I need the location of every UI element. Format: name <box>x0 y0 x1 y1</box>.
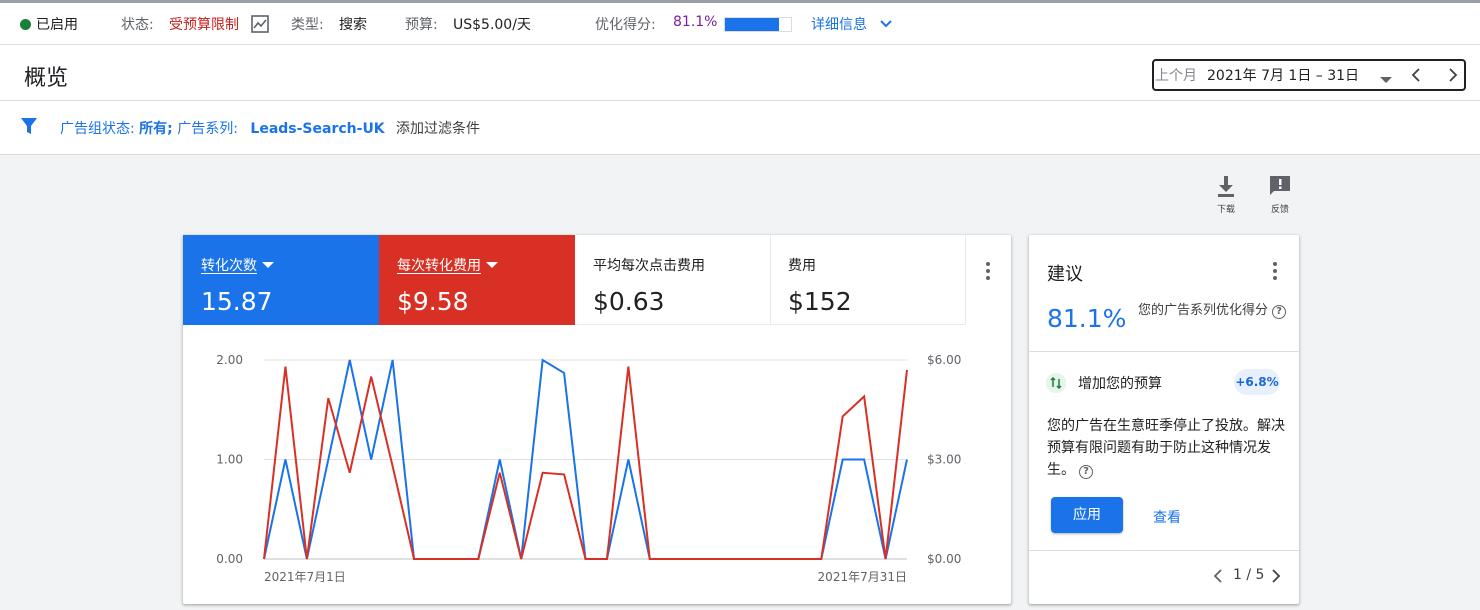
filter-chip[interactable]: 广告组状态: 所有; 广告系列: Leads-Search-UK <box>60 118 385 138</box>
metric-cost[interactable]: 费用 $152 <box>770 235 966 325</box>
help-icon[interactable]: ? <box>1079 465 1093 479</box>
metric-dropdown-icon[interactable] <box>486 262 498 268</box>
download-button[interactable]: 下载 <box>1206 174 1246 215</box>
page-title: 概览 <box>24 66 69 91</box>
feedback-label: 反馈 <box>1270 205 1289 215</box>
enabled-dot-icon <box>20 19 31 30</box>
x-axis-tick: 2021年7月31日 <box>818 570 907 584</box>
performance-card: 转化次数 15.87 每次转化费用 $9.58 平均每次点击费用 $0.63 费… <box>183 235 1011 604</box>
status-label: 状态: <box>121 17 154 33</box>
download-icon <box>1218 176 1234 197</box>
performance-chart: 0.00 $0.00 1.00 $3.00 2.00 $6.00 2021年7月1日 2021… <box>216 353 961 584</box>
optimization-score-label: 优化得分: <box>595 17 656 33</box>
recommendations-card: 建议 81.1% 您的广告系列优化得分? 增加您的预算 +6.8% 您的广告在生… <box>1029 235 1299 604</box>
more-options-icon[interactable] <box>986 262 990 283</box>
trend-chart-icon[interactable] <box>251 15 269 37</box>
recommendation-item-desc: 您的广告在生意旺季停止了投放。解决预算有限问题有助于防止这种情况发生。? <box>1047 418 1285 479</box>
divider <box>1029 351 1299 352</box>
budget-value[interactable]: US$5.00/天 <box>453 14 531 34</box>
type-label: 类型: <box>291 17 324 33</box>
recommendations-score-desc: 您的广告系列优化得分? <box>1138 302 1288 320</box>
filter-icon[interactable] <box>20 117 38 139</box>
budget-trend-icon <box>1046 373 1066 397</box>
next-recommendation-icon[interactable] <box>1271 568 1281 587</box>
left-axis-tick: 1.00 <box>216 453 243 467</box>
next-period-icon[interactable] <box>1447 67 1459 87</box>
caret-down-icon[interactable] <box>1380 72 1392 88</box>
left-axis-tick: 0.00 <box>216 552 243 566</box>
type-value: 搜索 <box>339 17 367 33</box>
feedback-icon <box>1270 176 1290 195</box>
recommendations-score: 81.1% <box>1047 304 1127 333</box>
budget-label: 预算: <box>405 17 438 33</box>
divider <box>1029 550 1299 551</box>
metric-cost-per-conversion[interactable]: 每次转化费用 $9.58 <box>379 235 575 325</box>
uplift-badge: +6.8% <box>1234 369 1280 395</box>
details-link[interactable]: 详细信息 <box>811 14 893 34</box>
download-label: 下载 <box>1216 205 1235 215</box>
filter-bar: 广告组状态: 所有; 广告系列: Leads-Search-UK 添加过滤条件 <box>0 101 1480 155</box>
series-line <box>263 366 908 560</box>
right-axis-tick: $3.00 <box>927 453 961 467</box>
right-axis-tick: $6.00 <box>927 353 961 367</box>
right-axis-tick: $0.00 <box>927 552 961 566</box>
add-filter-link[interactable]: 添加过滤条件 <box>396 118 480 138</box>
recommendations-title: 建议 <box>1047 264 1083 285</box>
apply-button[interactable]: 应用 <box>1051 497 1123 533</box>
left-axis-tick: 2.00 <box>216 353 243 367</box>
page-header: 概览 上个月 2021年 7月 1日 – 31日 <box>0 45 1480 101</box>
feedback-button[interactable]: 反馈 <box>1260 174 1300 215</box>
recommendations-more-icon[interactable] <box>1273 262 1277 283</box>
optimization-score-value[interactable]: 81.1% <box>673 14 717 30</box>
date-range: 2021年 7月 1日 – 31日 <box>1207 68 1360 84</box>
recommendation-pager: 1 / 5 <box>1233 567 1265 583</box>
view-link[interactable]: 查看 <box>1153 507 1181 527</box>
date-range-picker[interactable]: 上个月 2021年 7月 1日 – 31日 <box>1152 59 1466 91</box>
status-value[interactable]: 受预算限制 <box>169 14 239 34</box>
optimization-score-bar <box>724 17 792 32</box>
prev-period-icon[interactable] <box>1410 67 1422 87</box>
optimization-score-fill <box>725 18 779 31</box>
prev-recommendation-icon[interactable] <box>1213 568 1223 587</box>
help-icon[interactable]: ? <box>1272 305 1287 319</box>
metric-avg-cpc[interactable]: 平均每次点击费用 $0.63 <box>575 235 771 325</box>
metric-dropdown-icon[interactable] <box>262 262 274 268</box>
chevron-down-icon <box>880 20 893 28</box>
x-axis-tick: 2021年7月1日 <box>264 570 346 584</box>
campaign-status-bar: 已启用 状态: 受预算限制 类型: 搜索 预算: US$5.00/天 优化得分:… <box>0 0 1480 45</box>
recommendation-item-title[interactable]: 增加您的预算 <box>1078 373 1162 393</box>
metric-conversions[interactable]: 转化次数 15.87 <box>183 235 379 325</box>
enabled-status[interactable]: 已启用 <box>20 14 78 34</box>
date-preset: 上个月 <box>1155 68 1197 84</box>
